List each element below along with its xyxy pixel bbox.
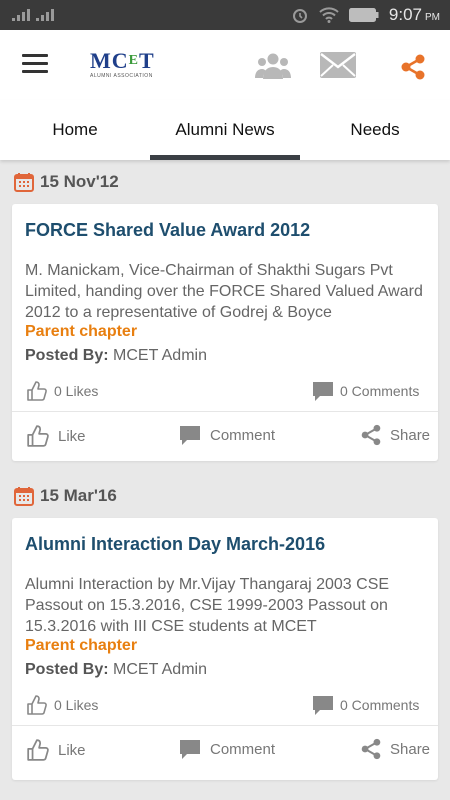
tab-needs[interactable]: Needs bbox=[300, 100, 450, 160]
likes-count: 0 Likes bbox=[26, 694, 98, 716]
news-post: 15 Mar'16 Alumni Interaction Day March-2… bbox=[0, 474, 450, 794]
clock-time: 9:07 bbox=[388, 5, 422, 24]
comment-bubble-icon bbox=[313, 382, 333, 401]
like-button[interactable]: Like bbox=[26, 738, 86, 762]
post-date: 15 Mar'16 bbox=[40, 486, 117, 505]
likes-count-text: 0 Likes bbox=[54, 383, 99, 399]
comments-count: 0 Comments bbox=[312, 694, 419, 716]
alarm-icon bbox=[292, 9, 307, 23]
comment-button[interactable]: Comment bbox=[178, 738, 275, 760]
posted-by-label: Posted By: bbox=[25, 347, 109, 364]
thumbs-up-icon bbox=[27, 695, 47, 715]
likes-count: 0 Likes bbox=[26, 380, 98, 402]
battery-icon bbox=[348, 8, 379, 22]
like-button-label: Like bbox=[58, 741, 86, 759]
comments-count-text: 0 Comments bbox=[340, 383, 420, 399]
comment-button-label: Comment bbox=[210, 740, 276, 758]
post-date: 15 Nov'12 bbox=[40, 172, 119, 191]
like-button[interactable]: Like bbox=[26, 424, 86, 448]
share-icon bbox=[361, 424, 381, 446]
comments-count: 0 Comments bbox=[312, 380, 419, 402]
post-actions: Like Comment Share bbox=[12, 422, 438, 452]
tab-home[interactable]: Home bbox=[0, 100, 150, 160]
thumbs-up-icon bbox=[27, 739, 49, 761]
posted-by-label: Posted By: bbox=[25, 661, 109, 678]
calendar-icon bbox=[14, 487, 34, 506]
status-bar: 9:07 PM bbox=[0, 0, 450, 30]
comments-count-text: 0 Comments bbox=[340, 697, 420, 713]
post-title[interactable]: Alumni Interaction Day March-2016 bbox=[25, 534, 325, 555]
post-description: M. Manickam, Vice-Chairman of Shakthi Su… bbox=[25, 262, 423, 321]
news-card[interactable]: FORCE Shared Value Award 2012 M. Manicka… bbox=[12, 204, 438, 461]
post-actions: Like Comment Share bbox=[12, 736, 438, 766]
comment-bubble-icon bbox=[180, 426, 200, 445]
share-button-label: Share bbox=[390, 426, 431, 444]
post-chapter: Parent chapter bbox=[25, 323, 138, 340]
share-button-label: Share bbox=[390, 740, 431, 758]
post-stats: 0 Likes 0 Comments bbox=[12, 692, 438, 722]
community-icon[interactable] bbox=[255, 52, 291, 80]
comment-bubble-icon bbox=[180, 740, 200, 759]
news-feed[interactable]: 15 Nov'12 FORCE Shared Value Award 2012 … bbox=[0, 160, 450, 800]
thumbs-up-icon bbox=[27, 381, 47, 401]
post-date-row: 15 Mar'16 bbox=[14, 486, 117, 506]
like-button-label: Like bbox=[58, 427, 86, 445]
share-button[interactable]: Share bbox=[360, 738, 430, 760]
app-logo: MCET ALUMNI ASSOCIATION bbox=[90, 50, 160, 84]
posted-by-author: MCET Admin bbox=[113, 661, 207, 678]
posted-by: Posted By: MCET Admin bbox=[25, 347, 207, 365]
posted-by: Posted By: MCET Admin bbox=[25, 661, 207, 679]
logo-wordmark: MCET bbox=[90, 50, 160, 72]
news-post: 15 Nov'12 FORCE Shared Value Award 2012 … bbox=[0, 160, 450, 470]
comment-button[interactable]: Comment bbox=[178, 424, 275, 446]
hamburger-menu-icon[interactable] bbox=[22, 54, 48, 76]
tab-alumni-news[interactable]: Alumni News bbox=[150, 100, 300, 160]
clock-ampm: PM bbox=[425, 12, 440, 23]
signal-icon bbox=[12, 7, 30, 21]
share-button[interactable]: Share bbox=[360, 424, 430, 446]
news-card[interactable]: Alumni Interaction Day March-2016 Alumni… bbox=[12, 518, 438, 780]
clock: 9:07 PM bbox=[389, 5, 440, 25]
app-bar: MCET ALUMNI ASSOCIATION bbox=[0, 30, 450, 100]
mail-icon[interactable] bbox=[320, 52, 356, 78]
signal-icon bbox=[36, 7, 54, 21]
share-icon[interactable] bbox=[400, 54, 426, 80]
logo-text-left: MC bbox=[90, 48, 129, 73]
card-divider bbox=[12, 725, 438, 726]
post-description: Alumni Interaction by Mr.Vijay Thangaraj… bbox=[25, 576, 390, 635]
share-icon bbox=[361, 738, 381, 760]
logo-text-right: T bbox=[139, 48, 155, 73]
logo-subtitle: ALUMNI ASSOCIATION bbox=[90, 73, 153, 79]
post-chapter: Parent chapter bbox=[25, 637, 138, 654]
comment-bubble-icon bbox=[313, 696, 333, 715]
comment-button-label: Comment bbox=[210, 426, 276, 444]
card-divider bbox=[12, 411, 438, 412]
posted-by-author: MCET Admin bbox=[113, 347, 207, 364]
calendar-icon bbox=[14, 173, 34, 192]
signal-indicators bbox=[12, 7, 54, 21]
thumbs-up-icon bbox=[27, 425, 49, 447]
post-date-row: 15 Nov'12 bbox=[14, 172, 119, 192]
wifi-icon bbox=[319, 7, 339, 23]
likes-count-text: 0 Likes bbox=[54, 697, 99, 713]
post-stats: 0 Likes 0 Comments bbox=[12, 378, 438, 408]
logo-text-e: E bbox=[128, 53, 139, 68]
post-title[interactable]: FORCE Shared Value Award 2012 bbox=[25, 220, 310, 241]
tab-bar: Home Alumni News Needs bbox=[0, 100, 450, 160]
